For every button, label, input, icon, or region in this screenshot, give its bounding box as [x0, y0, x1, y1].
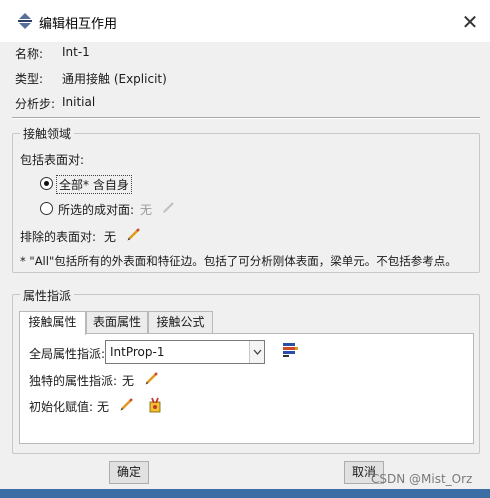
pencil-icon[interactable] [119, 397, 134, 412]
radio-selected-pairs[interactable] [40, 202, 53, 215]
exclude-surface-pairs-label: 排除的表面对: [20, 230, 97, 244]
combo-dropdown-button[interactable] [249, 341, 264, 363]
contact-domain-title: 接触领域 [20, 125, 75, 142]
title-bar: 编辑相互作用 ✕ [0, 0, 490, 42]
property-manager-icon[interactable] [281, 341, 299, 359]
include-surface-pairs-label: 包括表面对: [20, 153, 85, 167]
radio-all-with-self[interactable] [40, 177, 53, 190]
separator-line [12, 117, 480, 119]
initialization-value: 无 [97, 400, 110, 414]
selected-pairs-value: 无 [140, 203, 153, 217]
unique-property-value: 无 [122, 374, 135, 388]
unique-property-label: 独特的属性指派: [29, 374, 118, 388]
type-value: 通用接触 (Explicit) [62, 72, 167, 86]
close-button[interactable]: ✕ [456, 8, 484, 36]
global-property-label: 全局属性指派: [29, 347, 106, 361]
abaqus-interaction-icon [18, 13, 32, 29]
name-label: 名称: [15, 47, 44, 61]
initialization-label: 初始化赋值: [29, 400, 94, 414]
step-label: 分析步: [15, 97, 56, 111]
window-title: 编辑相互作用 [39, 17, 118, 32]
ok-button[interactable]: 确定 [109, 461, 149, 484]
property-assignment-title: 属性指派 [20, 287, 75, 304]
initialization-icon[interactable] [146, 396, 164, 414]
global-property-value: IntProp-1 [110, 345, 165, 359]
taskbar-strip [0, 489, 490, 498]
global-property-select[interactable]: IntProp-1 [105, 340, 265, 364]
type-label: 类型: [15, 72, 44, 86]
pencil-icon[interactable] [126, 227, 141, 242]
pencil-icon[interactable] [161, 200, 176, 215]
domain-note: * "All"包括所有的外表面和特征边。包括了可分析刚体表面，梁单元。不包括参考… [20, 254, 457, 268]
radio-selected-pairs-label[interactable]: 所选的成对面: [58, 201, 134, 218]
tab-contact-formulation[interactable]: 接触公式 [148, 311, 213, 334]
radio-all-with-self-label[interactable]: 全部* 含自身 [56, 175, 132, 194]
step-value: Initial [62, 95, 96, 109]
tab-contact-property[interactable]: 接触属性 [19, 311, 86, 335]
pencil-icon[interactable] [144, 371, 159, 386]
watermark: CSDN @Mist_Orz [371, 472, 473, 486]
name-value: Int-1 [62, 45, 90, 59]
tab-surface-property[interactable]: 表面属性 [86, 311, 148, 334]
exclude-surface-pairs-value: 无 [104, 230, 117, 244]
close-icon: ✕ [461, 10, 479, 34]
chevron-down-icon [253, 349, 262, 355]
